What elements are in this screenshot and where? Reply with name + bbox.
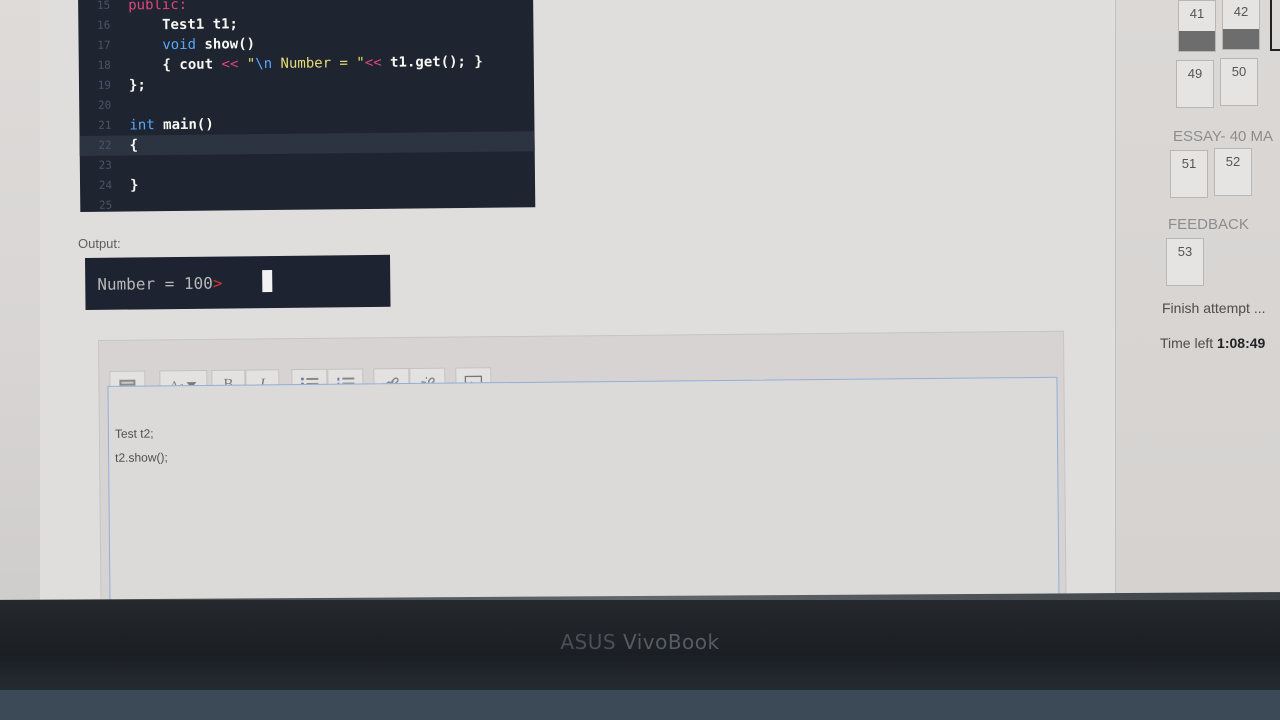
terminal-cursor <box>262 270 273 293</box>
line-number: 19 <box>97 78 112 92</box>
output-text: Number = 100> <box>97 273 223 294</box>
code-text: { <box>129 137 139 154</box>
question-nav-42[interactable]: 42 <box>1222 0 1260 50</box>
code-block: 15 public: 16 Test1 t1; 17 void show() 18 { … <box>78 0 536 212</box>
time-left: Time left 1:08:49 <box>1160 335 1266 351</box>
line-number: 16 <box>97 18 111 32</box>
line-number: 18 <box>97 58 111 72</box>
line-number: 21 <box>98 118 112 132</box>
output-console: Number = 100> <box>85 254 391 310</box>
line-number: 23 <box>98 158 112 172</box>
current-question-outline <box>1270 0 1280 51</box>
line-number: 24 <box>98 178 113 192</box>
code-text: void show() <box>162 36 256 54</box>
line-number: 20 <box>97 98 112 112</box>
output-label: Output: <box>78 236 121 251</box>
question-nav-52[interactable]: 52 <box>1214 148 1252 196</box>
code-text: public: <box>128 0 188 14</box>
question-nav-53[interactable]: 53 <box>1166 238 1204 286</box>
code-text: } <box>129 177 139 194</box>
answer-line-1: Test t2; <box>114 426 154 441</box>
line-number: 22 <box>98 138 112 152</box>
answer-editor: Aa B I <box>98 330 1067 622</box>
answer-text-area[interactable]: Test t2; t2.show(); <box>107 376 1060 622</box>
output-prompt: > <box>212 273 223 293</box>
feedback-section-heading: FEEDBACK <box>1168 216 1249 233</box>
laptop-screen: 15 public: 16 Test1 t1; 17 void show() 18 { … <box>0 0 1280 622</box>
code-text: int main() <box>129 116 214 134</box>
question-nav-49[interactable]: 49 <box>1176 60 1214 108</box>
answered-indicator <box>1179 31 1215 51</box>
essay-section-heading: ESSAY- 40 MA <box>1173 128 1274 145</box>
line-number: 15 <box>96 0 111 12</box>
finish-attempt-link[interactable]: Finish attempt ... <box>1162 300 1265 316</box>
code-text: Test1 t1; <box>128 16 239 34</box>
brand-logo: ASUS VivoBook <box>560 630 720 654</box>
line-number: 17 <box>97 38 111 52</box>
quiz-navigation: 41 42 49 50 ESSAY- 40 MA 51 52 FEEDBACK … <box>1116 0 1280 600</box>
line-number: 25 <box>98 198 113 212</box>
question-content: 15 public: 16 Test1 t1; 17 void show() 18 { … <box>40 0 1116 622</box>
question-nav-41[interactable]: 41 <box>1178 0 1216 52</box>
time-left-value: 1:08:49 <box>1217 335 1266 351</box>
answer-line-2: t2.show(); <box>115 450 168 465</box>
answered-indicator <box>1223 29 1259 49</box>
question-nav-50[interactable]: 50 <box>1220 58 1258 106</box>
background-surface <box>0 690 1280 720</box>
code-line: 25 <box>80 191 535 216</box>
question-nav-51[interactable]: 51 <box>1170 150 1208 198</box>
code-text: }; <box>128 77 146 94</box>
